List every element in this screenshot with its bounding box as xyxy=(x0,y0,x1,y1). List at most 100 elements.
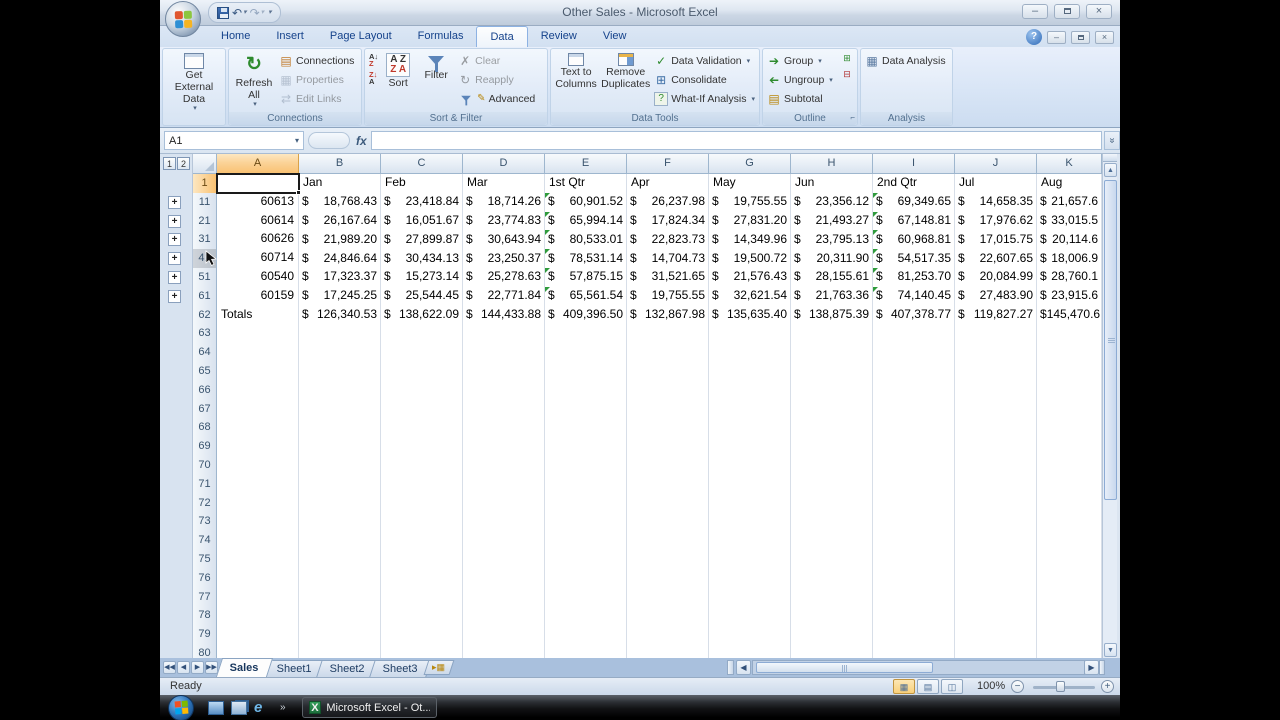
zoom-in-button[interactable]: + xyxy=(1101,680,1114,693)
column-header-H[interactable]: H xyxy=(791,154,873,174)
ungroup-button[interactable]: ➔ Ungroup ▾ xyxy=(765,70,839,89)
cell[interactable] xyxy=(1037,400,1102,420)
cell[interactable] xyxy=(627,437,709,457)
sheet-tab-sales[interactable]: Sales xyxy=(216,658,273,677)
cell[interactable] xyxy=(1037,550,1102,570)
cell[interactable] xyxy=(627,625,709,645)
cell[interactable]: $14,658.35 xyxy=(955,193,1037,213)
cell[interactable] xyxy=(217,418,299,438)
tab-home[interactable]: Home xyxy=(208,26,263,47)
cell[interactable] xyxy=(1037,343,1102,363)
cell[interactable] xyxy=(217,324,299,344)
name-box[interactable]: A1 ▾ xyxy=(164,131,304,150)
cell[interactable] xyxy=(873,362,955,382)
cell[interactable] xyxy=(791,381,873,401)
cell[interactable]: 60613 xyxy=(217,193,299,213)
cell[interactable] xyxy=(627,494,709,514)
cell[interactable]: $69,349.65 xyxy=(873,193,955,213)
cell[interactable] xyxy=(873,550,955,570)
cell[interactable] xyxy=(873,625,955,645)
column-header-E[interactable]: E xyxy=(545,154,627,174)
cell[interactable] xyxy=(1037,437,1102,457)
row-header-76[interactable]: 76 xyxy=(193,569,217,589)
cell[interactable] xyxy=(381,494,463,514)
cell[interactable]: $28,760.1 xyxy=(1037,268,1102,288)
cell[interactable]: Totals xyxy=(217,306,299,326)
vertical-scroll-thumb[interactable] xyxy=(1104,180,1117,500)
cell[interactable] xyxy=(1037,418,1102,438)
row-header-63[interactable]: 63 xyxy=(193,324,217,344)
cell[interactable] xyxy=(791,418,873,438)
cell[interactable]: May xyxy=(709,174,791,194)
cell[interactable] xyxy=(299,437,381,457)
cell[interactable] xyxy=(381,437,463,457)
cell[interactable] xyxy=(873,644,955,658)
cell[interactable] xyxy=(627,512,709,532)
cell[interactable]: $20,084.99 xyxy=(955,268,1037,288)
cell[interactable] xyxy=(791,324,873,344)
cell[interactable]: $20,311.90 xyxy=(791,249,873,269)
cell[interactable] xyxy=(873,494,955,514)
cell[interactable] xyxy=(955,606,1037,626)
cell[interactable] xyxy=(299,512,381,532)
cell[interactable] xyxy=(791,475,873,495)
cell[interactable] xyxy=(627,324,709,344)
cell[interactable] xyxy=(873,418,955,438)
cell[interactable] xyxy=(299,324,381,344)
cell[interactable] xyxy=(381,531,463,551)
cell[interactable] xyxy=(627,588,709,608)
subtotal-button[interactable]: ▤ Subtotal xyxy=(765,89,839,108)
show-detail-icon[interactable]: ⊞ xyxy=(839,53,855,64)
cell[interactable] xyxy=(873,606,955,626)
outline-level-2-button[interactable]: 2 xyxy=(177,157,190,170)
cell[interactable] xyxy=(627,644,709,658)
cell[interactable] xyxy=(217,569,299,589)
cell[interactable] xyxy=(955,494,1037,514)
properties-button[interactable]: ▦ Properties xyxy=(277,70,356,89)
cell[interactable] xyxy=(1037,324,1102,344)
cell[interactable] xyxy=(545,343,627,363)
cell[interactable] xyxy=(217,606,299,626)
cell[interactable]: $132,867.98 xyxy=(627,306,709,326)
cell[interactable] xyxy=(709,644,791,658)
cell[interactable] xyxy=(463,437,545,457)
cell[interactable]: $18,006.9 xyxy=(1037,249,1102,269)
clear-filter-button[interactable]: ✗ Clear xyxy=(456,51,537,70)
cell[interactable] xyxy=(955,531,1037,551)
row-header-31[interactable]: 31 xyxy=(193,230,217,250)
row-header-78[interactable]: 78 xyxy=(193,606,217,626)
cell[interactable] xyxy=(955,475,1037,495)
cell[interactable] xyxy=(217,475,299,495)
cell[interactable] xyxy=(381,362,463,382)
cell[interactable]: $25,278.63 xyxy=(463,268,545,288)
cell[interactable] xyxy=(873,324,955,344)
cell[interactable] xyxy=(463,569,545,589)
cell[interactable] xyxy=(955,644,1037,658)
cell[interactable] xyxy=(873,437,955,457)
cell[interactable] xyxy=(709,531,791,551)
cell[interactable] xyxy=(955,569,1037,589)
cell[interactable] xyxy=(791,550,873,570)
cell[interactable] xyxy=(545,531,627,551)
cell[interactable]: $21,657.6 xyxy=(1037,193,1102,213)
cell[interactable] xyxy=(627,475,709,495)
tab-split-handle[interactable] xyxy=(727,660,734,675)
scroll-down-button[interactable]: ▼ xyxy=(1104,643,1117,657)
cell[interactable] xyxy=(709,569,791,589)
cell[interactable]: $23,795.13 xyxy=(791,230,873,250)
formula-input[interactable] xyxy=(371,131,1102,150)
cell[interactable] xyxy=(217,588,299,608)
horizontal-scroll-thumb[interactable] xyxy=(756,662,933,673)
cell[interactable]: $67,148.81 xyxy=(873,212,955,232)
cell[interactable] xyxy=(791,625,873,645)
cell[interactable] xyxy=(545,606,627,626)
cell[interactable]: $126,340.53 xyxy=(299,306,381,326)
cell[interactable] xyxy=(873,512,955,532)
tab-review[interactable]: Review xyxy=(528,26,590,47)
restore-button[interactable] xyxy=(1054,4,1080,19)
cell[interactable]: Jun xyxy=(791,174,873,194)
cell[interactable] xyxy=(791,362,873,382)
cell[interactable]: $20,114.6 xyxy=(1037,230,1102,250)
column-header-I[interactable]: I xyxy=(873,154,955,174)
cell[interactable] xyxy=(381,381,463,401)
